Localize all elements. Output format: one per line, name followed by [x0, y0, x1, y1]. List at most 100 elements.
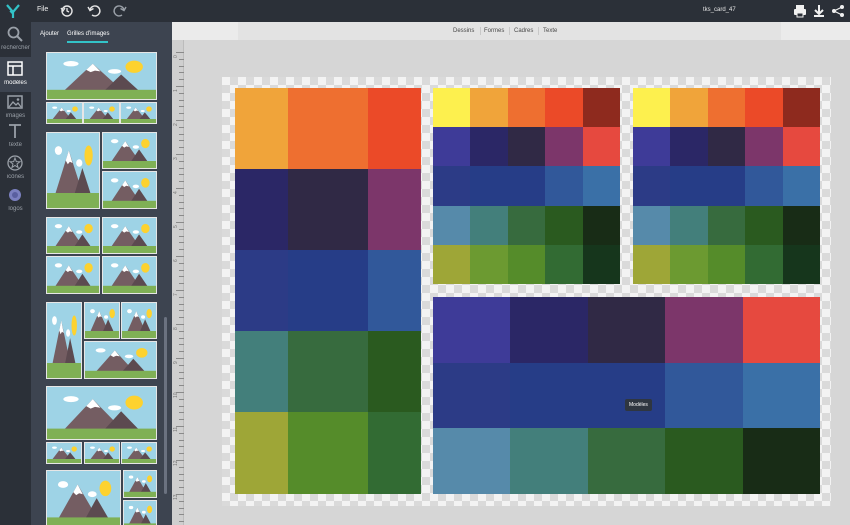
grid-cell[interactable] — [670, 244, 708, 284]
grid-cell[interactable] — [670, 205, 708, 245]
grid-cell[interactable] — [470, 127, 508, 167]
panel-scrollbar[interactable] — [164, 317, 167, 494]
grid-cell[interactable] — [470, 88, 508, 128]
grid-cell[interactable] — [742, 428, 820, 494]
design-canvas[interactable] — [222, 77, 831, 506]
grid-cell[interactable] — [633, 166, 671, 206]
grid-cell[interactable] — [782, 205, 820, 245]
grid-cell[interactable] — [507, 88, 546, 128]
grid-cell[interactable] — [782, 166, 820, 206]
rail-item-text[interactable]: texte — [0, 119, 31, 154]
grid-cell[interactable] — [368, 250, 421, 331]
toolbar-button-frames[interactable]: Cadres — [514, 28, 533, 34]
grid-template-card[interactable] — [46, 217, 157, 294]
grid-cell[interactable] — [670, 166, 708, 206]
toolbar-button-text[interactable]: Texte — [543, 28, 557, 34]
grid-cell[interactable] — [510, 428, 588, 494]
grid-cell[interactable] — [745, 127, 783, 167]
grid-cell[interactable] — [368, 88, 421, 169]
redo-icon[interactable] — [112, 3, 128, 19]
grid-cell[interactable] — [433, 127, 471, 167]
image-grid-top-middle[interactable] — [433, 88, 620, 284]
grid-cell[interactable] — [235, 88, 288, 169]
grid-cell[interactable] — [235, 412, 288, 494]
grid-cell[interactable] — [433, 362, 511, 429]
grid-cell[interactable] — [745, 88, 783, 128]
grid-cell[interactable] — [707, 166, 746, 206]
grid-cell[interactable] — [433, 297, 511, 363]
grid-cell[interactable] — [545, 244, 583, 284]
grid-cell[interactable] — [507, 205, 546, 245]
grid-cell[interactable] — [745, 205, 783, 245]
grid-cell[interactable] — [507, 127, 546, 167]
undo-icon[interactable] — [86, 3, 102, 19]
image-grid-top-right[interactable] — [633, 88, 820, 284]
grid-cell[interactable] — [587, 362, 666, 429]
grid-cell[interactable] — [433, 88, 471, 128]
grid-cell[interactable] — [545, 88, 583, 128]
rail-item-search[interactable]: rechercher — [0, 22, 31, 57]
rail-item-logos[interactable]: logos — [0, 183, 31, 218]
grid-cell[interactable] — [433, 205, 471, 245]
grid-cell[interactable] — [670, 127, 708, 167]
grid-cell[interactable] — [633, 205, 671, 245]
grid-cell[interactable] — [507, 166, 546, 206]
grid-cell[interactable] — [288, 412, 368, 494]
grid-cell[interactable] — [742, 362, 820, 429]
grid-cell[interactable] — [582, 166, 620, 206]
grid-cell[interactable] — [470, 205, 508, 245]
file-menu[interactable]: File — [37, 6, 48, 13]
grid-cell[interactable] — [368, 412, 421, 494]
grid-cell[interactable] — [745, 166, 783, 206]
grid-cell[interactable] — [368, 331, 421, 412]
tab-image-grids[interactable]: Grilles d'images — [67, 31, 110, 37]
grid-cell[interactable] — [433, 166, 471, 206]
grid-cell[interactable] — [545, 205, 583, 245]
grid-template-card[interactable] — [46, 132, 157, 209]
grid-cell[interactable] — [742, 297, 820, 363]
grid-cell[interactable] — [235, 250, 288, 331]
grid-template-card[interactable] — [46, 52, 157, 126]
grid-cell[interactable] — [582, 127, 620, 167]
grid-cell[interactable] — [745, 244, 783, 284]
rail-item-icons[interactable]: icônes — [0, 151, 31, 186]
grid-cell[interactable] — [288, 169, 368, 250]
grid-cell[interactable] — [782, 127, 820, 167]
grid-cell[interactable] — [288, 250, 368, 331]
toolbar-button-drawings[interactable]: Dessins — [453, 28, 474, 34]
grid-cell[interactable] — [665, 297, 743, 363]
share-icon[interactable] — [830, 3, 846, 19]
grid-cell[interactable] — [470, 166, 508, 206]
grid-cell[interactable] — [582, 205, 620, 245]
grid-cell[interactable] — [707, 127, 746, 167]
grid-cell[interactable] — [665, 428, 743, 494]
grid-cell[interactable] — [670, 88, 708, 128]
grid-cell[interactable] — [782, 88, 820, 128]
image-grid-bottom[interactable] — [433, 297, 820, 494]
grid-cell[interactable] — [582, 88, 620, 128]
image-grid-left[interactable] — [235, 88, 421, 494]
grid-cell[interactable] — [633, 244, 671, 284]
grid-cell[interactable] — [782, 244, 820, 284]
grid-template-card[interactable] — [46, 302, 157, 379]
grid-cell[interactable] — [707, 205, 746, 245]
grid-cell[interactable] — [433, 428, 511, 494]
grid-cell[interactable] — [510, 297, 588, 363]
grid-cell[interactable] — [470, 244, 508, 284]
grid-cell[interactable] — [510, 362, 588, 429]
grid-cell[interactable] — [507, 244, 546, 284]
grid-template-card[interactable] — [46, 386, 157, 464]
grid-cell[interactable] — [433, 244, 471, 284]
download-icon[interactable] — [811, 3, 827, 19]
grid-cell[interactable] — [545, 127, 583, 167]
grid-template-card[interactable] — [46, 470, 157, 525]
grid-cell[interactable] — [582, 244, 620, 284]
grid-cell[interactable] — [707, 88, 746, 128]
grid-cell[interactable] — [545, 166, 583, 206]
grid-cell[interactable] — [587, 428, 666, 494]
grid-cell[interactable] — [288, 88, 368, 169]
rail-item-templates[interactable]: modèles — [0, 57, 31, 92]
app-logo-icon[interactable] — [4, 2, 22, 20]
document-title[interactable]: tks_card_47 — [703, 7, 736, 13]
toolbar-button-shapes[interactable]: Formes — [484, 28, 504, 34]
